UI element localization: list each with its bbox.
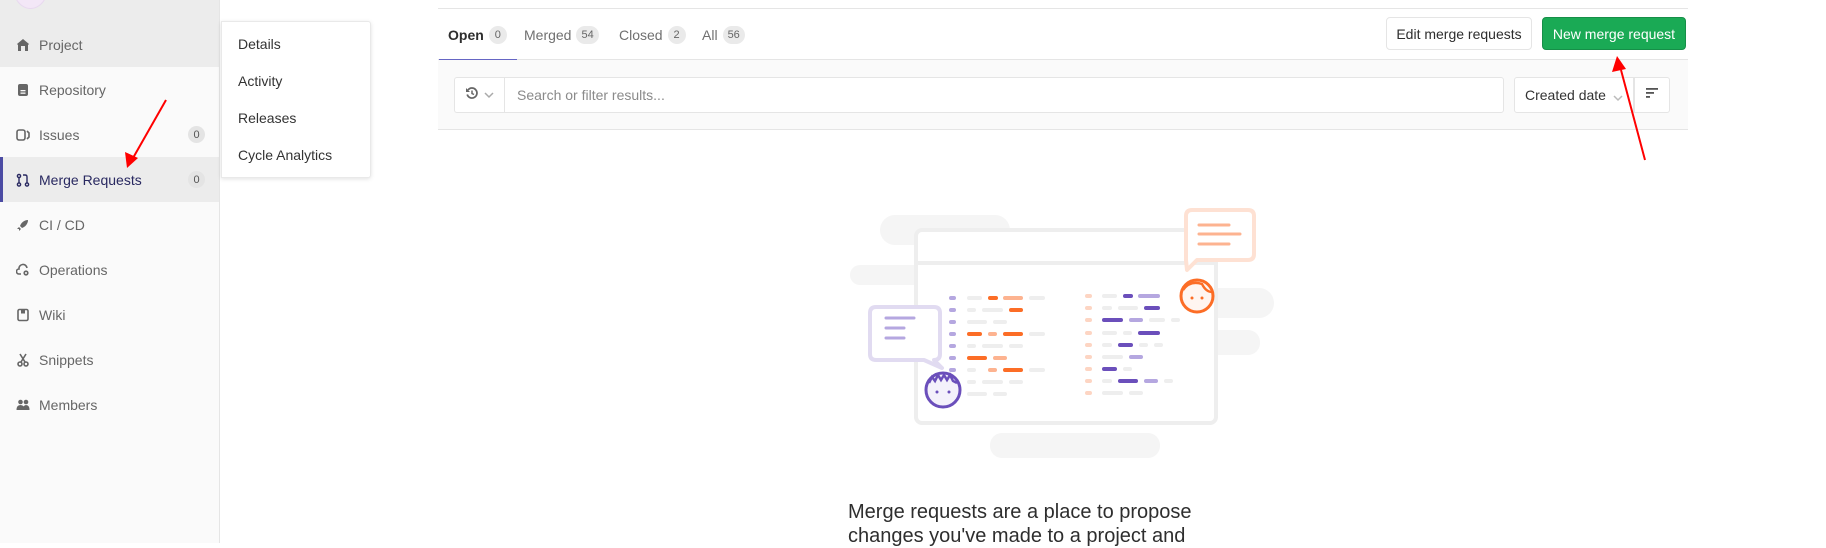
history-icon — [465, 86, 479, 105]
recent-searches-dropdown[interactable] — [454, 77, 504, 113]
flyout-item-cycle-analytics[interactable]: Cycle Analytics — [238, 147, 332, 163]
sidebar-item-label: Merge Requests — [39, 171, 142, 188]
users-icon — [16, 398, 30, 412]
sidebar-item-label: Project — [39, 36, 83, 53]
sidebar-item-label: Snippets — [39, 351, 94, 368]
edit-merge-requests-button[interactable]: Edit merge requests — [1386, 17, 1532, 50]
sort-lines-icon — [1645, 86, 1659, 104]
sidebar-item-label: Wiki — [39, 306, 66, 323]
sidebar-item-label: CI / CD — [39, 216, 85, 233]
sidebar-item-issues[interactable]: Issues 0 — [0, 112, 219, 157]
flyout-item-releases[interactable]: Releases — [238, 110, 296, 126]
tab-label: All — [702, 26, 718, 43]
tab-all[interactable]: All 56 — [702, 9, 745, 60]
tab-label: Closed — [619, 26, 663, 43]
chevron-down-icon — [1613, 89, 1623, 105]
sidebar-item-wiki[interactable]: Wiki — [0, 292, 219, 337]
search-input[interactable] — [504, 77, 1504, 113]
sort-label: Created date — [1525, 87, 1606, 103]
sidebar: Project Repository Issues 0 Merge Reques… — [0, 0, 220, 543]
flyout-item-activity[interactable]: Activity — [238, 73, 282, 89]
rocket-icon — [16, 218, 30, 232]
tab-count-badge: 54 — [576, 25, 599, 44]
sidebar-item-repository[interactable]: Repository — [0, 67, 219, 112]
scissors-icon — [16, 353, 30, 367]
tab-count-badge: 2 — [667, 25, 686, 44]
tab-count-badge: 0 — [488, 25, 507, 44]
tab-merged[interactable]: Merged 54 — [524, 9, 599, 60]
git-merge-icon — [16, 173, 30, 187]
tab-count-badge: 56 — [722, 25, 745, 44]
sidebar-item-label: Members — [39, 396, 98, 413]
sidebar-item-operations[interactable]: Operations — [0, 247, 219, 292]
sidebar-item-members[interactable]: Members — [0, 382, 219, 427]
sort-dropdown[interactable]: Created date — [1514, 77, 1634, 113]
chevron-down-icon — [484, 86, 494, 104]
document-icon — [16, 83, 30, 97]
sidebar-item-label: Issues — [39, 126, 80, 143]
issues-count-badge: 0 — [188, 126, 205, 143]
sidebar-item-ci-cd[interactable]: CI / CD — [0, 202, 219, 247]
tab-open[interactable]: Open 0 — [439, 9, 517, 61]
project-flyout-menu: Details Activity Releases Cycle Analytic… — [221, 21, 371, 178]
cloud-gear-icon — [16, 263, 30, 277]
home-icon — [16, 38, 30, 52]
sidebar-item-merge-requests[interactable]: Merge Requests 0 — [0, 157, 219, 202]
sort-direction-button[interactable] — [1634, 77, 1670, 113]
tab-label: Merged — [524, 26, 572, 43]
empty-state-illustration — [840, 200, 1280, 470]
issues-icon — [16, 128, 30, 142]
tab-label: Open — [448, 26, 484, 43]
merge-requests-count-badge: 0 — [188, 171, 205, 188]
sidebar-item-project[interactable]: Project — [0, 22, 219, 67]
book-icon — [16, 308, 30, 322]
sidebar-item-label: Operations — [39, 261, 108, 278]
tab-closed[interactable]: Closed 2 — [619, 9, 686, 60]
empty-state-title: Merge requests are a place to propose ch… — [848, 501, 1192, 547]
sidebar-item-label: Repository — [39, 81, 106, 98]
merge-requests-illustration-icon — [850, 208, 1274, 458]
flyout-item-details[interactable]: Details — [238, 36, 281, 52]
new-merge-request-button[interactable]: New merge request — [1542, 17, 1686, 50]
sidebar-item-snippets[interactable]: Snippets — [0, 337, 219, 382]
filter-bar: Created date — [438, 60, 1688, 130]
